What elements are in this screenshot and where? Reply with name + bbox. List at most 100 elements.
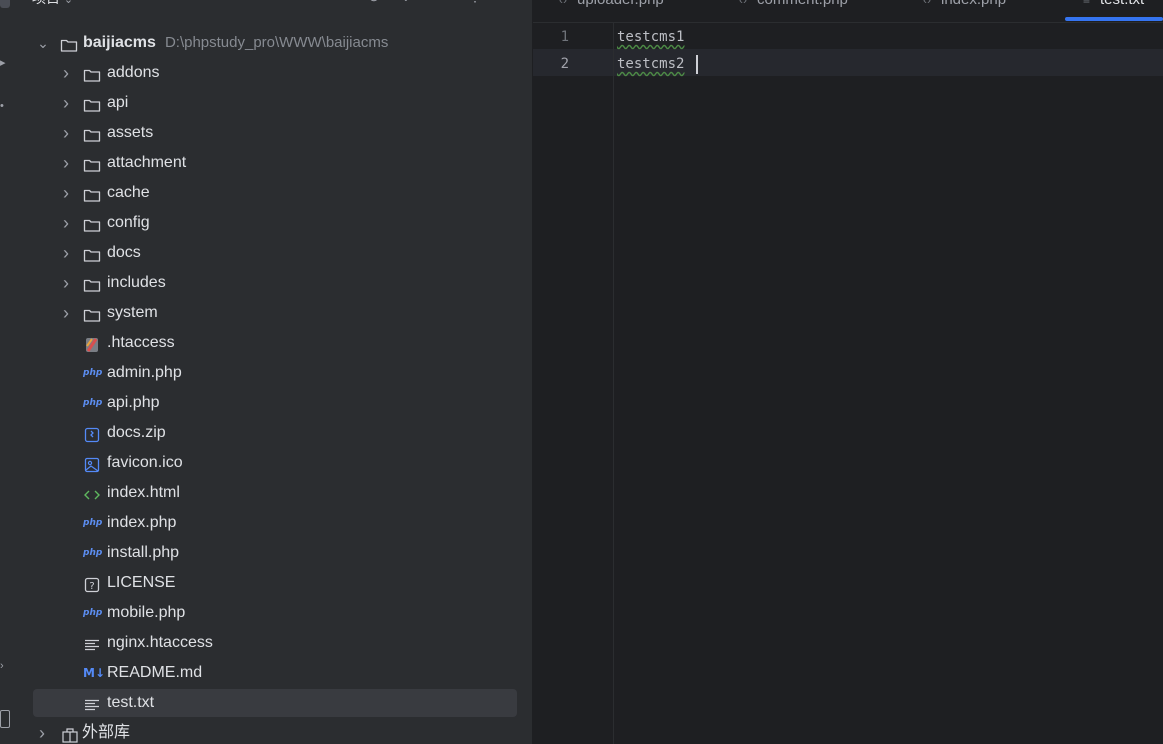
- tree-item-label: index.html: [107, 484, 180, 501]
- php-file-icon: php: [83, 368, 103, 378]
- html-file-icon: [83, 485, 101, 501]
- root-folder-path: D:\phpstudy_pro\WWW\baijiacms: [164, 34, 389, 51]
- project-panel-title[interactable]: 项目 ⌄: [32, 0, 73, 8]
- tree-item-label: install.php: [107, 544, 180, 561]
- folder-icon: [83, 305, 101, 322]
- tree-item-attachment[interactable]: › attachment: [33, 149, 517, 177]
- tree-item-label: cache: [107, 184, 150, 201]
- commit-tool-icon[interactable]: ▸: [0, 56, 6, 69]
- tree-item-label: README.md: [107, 664, 203, 681]
- root-folder-name: baijiacms: [83, 34, 156, 51]
- terminal-tool-icon[interactable]: [0, 710, 10, 728]
- tree-item-test-txt[interactable]: test.txt: [33, 689, 517, 717]
- tree-item-label: addons: [107, 64, 160, 81]
- text-file-icon: [83, 695, 101, 711]
- folder-icon: [60, 35, 78, 52]
- archive-file-icon: [83, 425, 101, 443]
- tree-root-baijiacms[interactable]: ⌄ baijiacms D:\phpstudy_pro\WWW\baijiacms: [33, 29, 517, 57]
- more-tools-icon[interactable]: •: [0, 100, 4, 112]
- folder-icon: [83, 65, 101, 82]
- tab-uploader[interactable]: ‹›uploader.php: [559, 0, 664, 8]
- services-tool-icon[interactable]: ›: [0, 660, 4, 672]
- chevron-right-icon[interactable]: ›: [58, 89, 74, 117]
- folder-icon: [83, 155, 101, 172]
- php-file-icon: ‹›: [739, 0, 747, 7]
- options-icon[interactable]: ⋮: [468, 0, 482, 5]
- collapse-icon[interactable]: ⌄: [400, 0, 412, 5]
- tree-item-config[interactable]: › config: [33, 209, 517, 237]
- tree-item-label: test.txt: [107, 694, 155, 711]
- chevron-right-icon[interactable]: ›: [58, 209, 74, 237]
- tree-item-includes[interactable]: › includes: [33, 269, 517, 297]
- tree-item-label: includes: [107, 274, 166, 291]
- folder-icon: [83, 215, 101, 232]
- line-number: 1: [560, 29, 569, 45]
- chevron-right-icon[interactable]: ›: [34, 719, 50, 744]
- tree-item-label: baijiacms D:\phpstudy_pro\WWW\baijiacms: [83, 29, 388, 57]
- php-file-icon: ‹›: [559, 0, 567, 7]
- php-file-icon: ‹›: [923, 0, 931, 7]
- code-line[interactable]: testcms2: [617, 51, 684, 78]
- tree-item-assets[interactable]: › assets: [33, 119, 517, 147]
- unknown-file-icon: ?: [83, 575, 101, 593]
- tree-item-readme-md[interactable]: M↓ README.md: [33, 659, 517, 687]
- tree-item-label: LICENSE: [107, 574, 176, 591]
- line-number-gutter: 1 2: [533, 23, 614, 744]
- tree-item-nginx-htaccess[interactable]: nginx.htaccess: [33, 629, 517, 657]
- chevron-right-icon[interactable]: ›: [58, 179, 74, 207]
- tree-item-label: nginx.htaccess: [107, 634, 213, 651]
- project-panel: 项目 ⌄ ⊕ ⌄ ✕ ⋮ ⌄ baijiacms D:\phpstudy_pro\W…: [18, 0, 532, 744]
- tree-item-api-php[interactable]: php api.php: [33, 389, 517, 417]
- tree-item-favicon-ico[interactable]: favicon.ico: [33, 449, 517, 477]
- tree-item-label: api: [107, 94, 129, 111]
- close-panel-icon[interactable]: ✕: [433, 0, 445, 5]
- tree-item-cache[interactable]: › cache: [33, 179, 517, 207]
- text-file-icon: [83, 635, 101, 651]
- tree-item-addons[interactable]: › addons: [33, 59, 517, 87]
- project-tool-icon[interactable]: [0, 0, 10, 8]
- tree-item-label: assets: [107, 124, 154, 141]
- tree-item-license[interactable]: ? LICENSE: [33, 569, 517, 597]
- markdown-file-icon: M↓: [83, 666, 105, 680]
- locate-icon[interactable]: ⊕: [368, 0, 380, 5]
- folder-icon: [83, 275, 101, 292]
- folder-icon: [83, 125, 101, 142]
- chevron-down-icon[interactable]: ⌄: [35, 29, 51, 57]
- chevron-right-icon[interactable]: ›: [58, 149, 74, 177]
- php-file-icon: php: [83, 398, 103, 408]
- text-file-icon: ≡: [1083, 0, 1091, 7]
- project-panel-header: 项目 ⌄ ⊕ ⌄ ✕ ⋮: [18, 0, 532, 10]
- code-line[interactable]: testcms1: [617, 24, 684, 51]
- tree-item-index-php[interactable]: php index.php: [33, 509, 517, 537]
- tab-index[interactable]: ‹›index.php: [923, 0, 1006, 8]
- htaccess-file-icon: [83, 335, 101, 352]
- chevron-right-icon[interactable]: ›: [58, 269, 74, 297]
- tree-item-install-php[interactable]: php install.php: [33, 539, 517, 567]
- editor-tabs: ‹›uploader.php ‹›comment.php ‹›index.php…: [533, 0, 1163, 23]
- tree-item-label: 外部库: [82, 724, 131, 741]
- tree-item-mobile-php[interactable]: php mobile.php: [33, 599, 517, 627]
- tree-item-label: index.php: [107, 514, 177, 531]
- tree-item-label: .htaccess: [107, 334, 175, 351]
- tree-item-label: docs: [107, 244, 141, 261]
- tree-item-htaccess[interactable]: .htaccess: [33, 329, 517, 357]
- folder-icon: [83, 245, 101, 262]
- svg-text:?: ?: [89, 581, 94, 592]
- chevron-right-icon[interactable]: ›: [58, 59, 74, 87]
- image-file-icon: [83, 455, 101, 473]
- tree-item-docs[interactable]: › docs: [33, 239, 517, 267]
- tree-item-admin-php[interactable]: php admin.php: [33, 359, 517, 387]
- chevron-right-icon[interactable]: ›: [58, 299, 74, 327]
- text-caret: [696, 55, 698, 74]
- folder-icon: [83, 95, 101, 112]
- tree-item-api[interactable]: › api: [33, 89, 517, 117]
- tree-item-system[interactable]: › system: [33, 299, 517, 327]
- tab-test-txt[interactable]: ≡test.txt: [1083, 0, 1144, 8]
- tab-comment[interactable]: ‹›comment.php: [739, 0, 848, 8]
- chevron-right-icon[interactable]: ›: [58, 239, 74, 267]
- tree-item-index-html[interactable]: index.html: [33, 479, 517, 507]
- tree-item-label: mobile.php: [107, 604, 186, 621]
- chevron-right-icon[interactable]: ›: [58, 119, 74, 147]
- tree-item-external-libraries[interactable]: › 外部库: [18, 719, 502, 744]
- tree-item-docs-zip[interactable]: docs.zip: [33, 419, 517, 447]
